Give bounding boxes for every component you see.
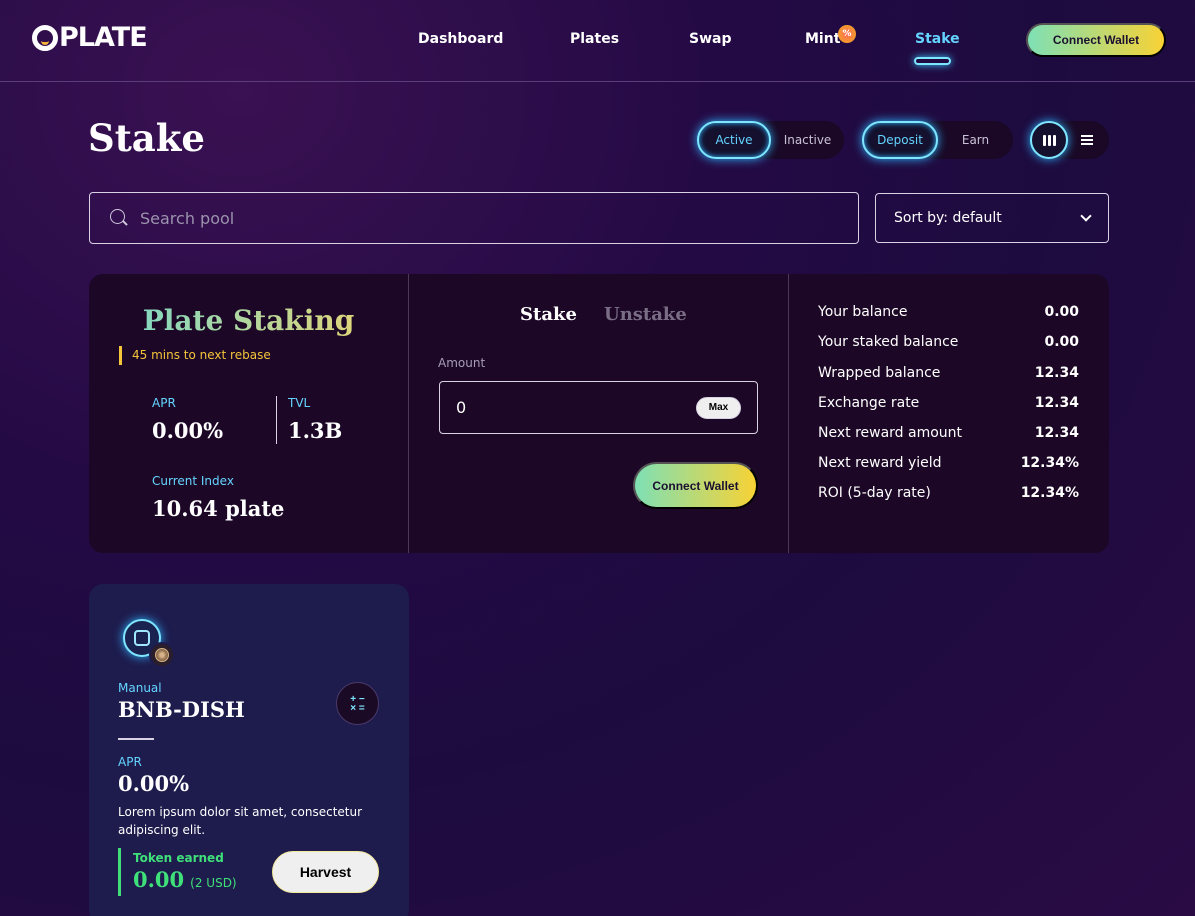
token-earned-usd: (2 USD) (190, 876, 237, 890)
list-icon (1081, 135, 1093, 145)
nav-swap[interactable]: Swap (689, 31, 732, 47)
pool-card: Manual BNB-DISH + − × = APR 0.00% Lorem … (89, 584, 409, 916)
card-divider (788, 274, 789, 553)
nav-stake[interactable]: Stake (915, 31, 960, 47)
harvest-button[interactable]: Harvest (272, 851, 379, 893)
tab-stake[interactable]: Stake (520, 304, 577, 325)
calculator-icon[interactable]: + − × = (336, 682, 379, 725)
rebase-countdown: 45 mins to next rebase (119, 346, 271, 365)
search-icon (110, 209, 128, 227)
balance-row: Next reward yield 12.34% (818, 455, 1079, 471)
balance-value: 12.34 (1034, 425, 1079, 441)
search-input[interactable] (140, 208, 790, 228)
chevron-down-icon (1080, 210, 1092, 222)
balance-value: 12.34 (1034, 365, 1079, 381)
current-index-label: Current Index (152, 474, 234, 488)
balance-value: 12.34% (1020, 485, 1079, 501)
pool-reward-token-icon (149, 642, 175, 668)
nav-plates[interactable]: Plates (570, 31, 619, 47)
staking-title: Plate Staking (89, 304, 408, 337)
nav-active-indicator (914, 57, 951, 65)
apr-value: 0.00% (152, 418, 224, 443)
token-earned-value: 0.00 (133, 867, 185, 892)
nav-dashboard[interactable]: Dashboard (418, 31, 503, 47)
top-navbar: PLATE Dashboard Plates Swap Mint % Stake… (0, 0, 1195, 82)
grid-icon (1042, 134, 1056, 146)
logo-icon (32, 24, 58, 51)
connect-wallet-button[interactable]: Connect Wallet (1026, 23, 1166, 57)
amount-input[interactable] (456, 398, 656, 417)
tab-unstake[interactable]: Unstake (604, 304, 687, 325)
balance-value: 0.00 (1044, 304, 1079, 320)
mode-filter: Deposit Earn (862, 121, 1013, 159)
logo[interactable]: PLATE (32, 22, 148, 53)
pool-divider (118, 738, 154, 740)
status-filter: Active Inactive (697, 121, 844, 159)
balance-label: Next reward yield (818, 455, 942, 471)
balance-row: Exchange rate 12.34 (818, 395, 1079, 411)
pool-type: Manual (118, 681, 162, 695)
card-divider (408, 274, 409, 553)
balance-label: ROI (5-day rate) (818, 485, 931, 501)
search-bar (89, 192, 859, 244)
logo-text: PLATE (59, 22, 148, 53)
pool-apr-label: APR (118, 755, 142, 769)
balance-label: Your staked balance (818, 334, 959, 350)
apr-label: APR (152, 396, 176, 410)
filter-active-button[interactable]: Active (697, 121, 771, 159)
balance-value: 12.34% (1020, 455, 1079, 471)
max-button[interactable]: Max (696, 396, 741, 419)
nav-mint[interactable]: Mint (805, 31, 840, 47)
balance-value: 0.00 (1044, 334, 1079, 350)
balance-value: 12.34 (1034, 395, 1079, 411)
amount-field: Max (439, 381, 758, 434)
balance-label: Wrapped balance (818, 365, 941, 381)
pool-name: BNB-DISH (118, 697, 245, 722)
amount-label: Amount (438, 356, 486, 370)
current-index-value: 10.64 plate (152, 496, 285, 521)
grid-view-button[interactable] (1030, 121, 1068, 159)
filter-deposit-button[interactable]: Deposit (862, 121, 938, 159)
tvl-label: TVL (288, 396, 311, 410)
list-view-button[interactable] (1068, 121, 1106, 159)
pool-apr-value: 0.00% (118, 771, 190, 796)
tvl-value: 1.3B (288, 418, 343, 443)
balance-row: Your balance 0.00 (818, 304, 1079, 320)
sort-label: Sort by: default (894, 210, 1002, 226)
sort-dropdown[interactable]: Sort by: default (875, 193, 1109, 243)
token-earned-label: Token earned (133, 851, 224, 865)
balance-row: Wrapped balance 12.34 (818, 365, 1079, 381)
token-earned: Token earned 0.00 (2 USD) (118, 848, 237, 896)
filter-inactive-button[interactable]: Inactive (771, 121, 844, 159)
balance-row: ROI (5-day rate) 12.34% (818, 485, 1079, 501)
balance-row: Your staked balance 0.00 (818, 334, 1079, 350)
balance-label: Exchange rate (818, 395, 920, 411)
view-toggle (1030, 121, 1109, 159)
plate-staking-card: Plate Staking 45 mins to next rebase APR… (89, 274, 1109, 553)
balance-label: Next reward amount (818, 425, 963, 441)
filter-earn-button[interactable]: Earn (938, 121, 1013, 159)
stat-divider (276, 396, 277, 444)
mint-badge-icon: % (838, 25, 856, 43)
balance-row: Next reward amount 12.34 (818, 425, 1079, 441)
pool-description: Lorem ipsum dolor sit amet, consectetur … (118, 805, 363, 837)
stake-connect-wallet-button[interactable]: Connect Wallet (633, 462, 758, 509)
balance-label: Your balance (818, 304, 908, 320)
page-title: Stake (88, 116, 205, 160)
